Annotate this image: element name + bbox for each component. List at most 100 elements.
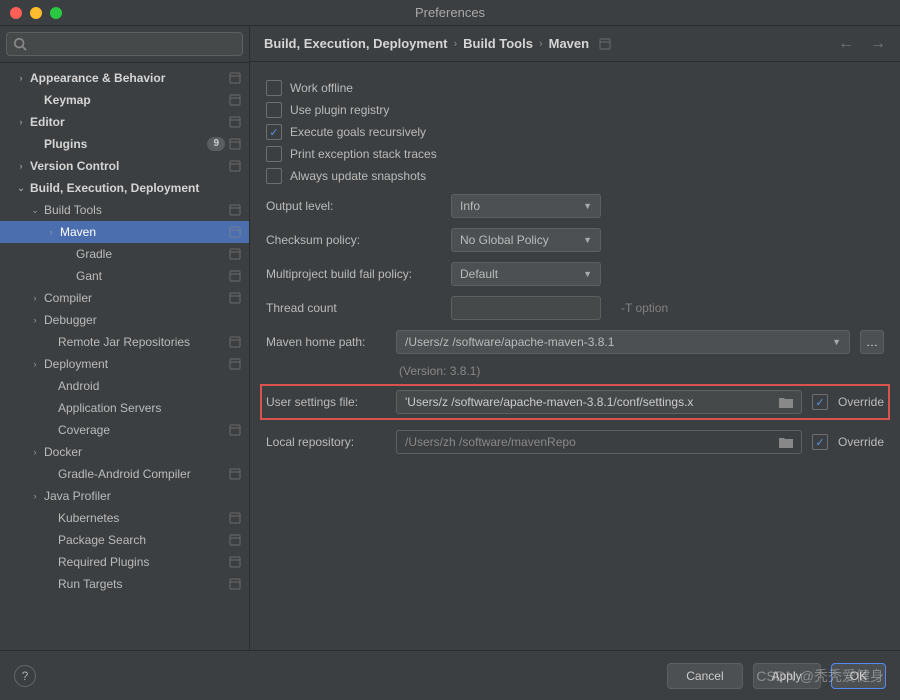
sidebar-item-label: Build, Execution, Deployment <box>30 181 241 195</box>
search-input[interactable] <box>31 37 236 51</box>
ok-button[interactable]: OK <box>831 663 886 689</box>
nav-forward-button[interactable]: → <box>870 35 886 53</box>
sidebar-item[interactable]: Keymap <box>0 89 249 111</box>
chevron-icon: › <box>14 161 28 171</box>
sidebar-item[interactable]: Required Plugins <box>0 551 249 573</box>
fail-policy-select[interactable]: Default▼ <box>451 262 601 286</box>
module-icon <box>229 358 241 370</box>
sidebar-item[interactable]: Android <box>0 375 249 397</box>
sidebar-item[interactable]: ⌄Build Tools <box>0 199 249 221</box>
module-icon <box>229 424 241 436</box>
chevron-icon: › <box>14 117 28 127</box>
folder-icon <box>779 436 793 448</box>
crumb-maven[interactable]: Maven <box>549 36 589 51</box>
chevron-icon: › <box>28 447 42 457</box>
content-pane: Build, Execution, Deployment › Build Too… <box>250 26 900 650</box>
chevron-down-icon: ▼ <box>583 201 592 211</box>
cancel-button[interactable]: Cancel <box>667 663 742 689</box>
settings-file-input[interactable]: 'Users/z /software/apache-maven-3.8.1/co… <box>396 390 802 414</box>
settings-file-override-checkbox[interactable] <box>812 394 828 410</box>
plugin-registry-checkbox[interactable] <box>266 102 282 118</box>
sidebar-item-label: Appearance & Behavior <box>30 71 225 85</box>
sidebar-item[interactable]: Plugins 9 <box>0 133 249 155</box>
sidebar-item-label: Gradle <box>76 247 225 261</box>
sidebar-item-label: Application Servers <box>58 401 241 415</box>
sidebar-item-label: Version Control <box>30 159 225 173</box>
sidebar-item[interactable]: ›Java Profiler <box>0 485 249 507</box>
separator-icon <box>599 38 611 50</box>
sidebar-item[interactable]: Kubernetes <box>0 507 249 529</box>
sidebar-item-label: Android <box>58 379 241 393</box>
module-icon <box>229 160 241 172</box>
goals-recursive-checkbox[interactable] <box>266 124 282 140</box>
sidebar-item-label: Debugger <box>44 313 241 327</box>
plugin-registry-label: Use plugin registry <box>290 103 389 117</box>
module-icon <box>229 116 241 128</box>
fail-policy-label: Multiproject build fail policy: <box>266 267 441 281</box>
work-offline-label: Work offline <box>290 81 353 95</box>
snapshots-label: Always update snapshots <box>290 169 426 183</box>
sidebar-item[interactable]: ›Maven <box>0 221 249 243</box>
chevron-icon: › <box>14 73 28 83</box>
sidebar-item[interactable]: ›Deployment <box>0 353 249 375</box>
search-box[interactable] <box>6 32 243 56</box>
sidebar-item[interactable]: ⌄Build, Execution, Deployment <box>0 177 249 199</box>
window-title: Preferences <box>0 5 900 20</box>
help-button[interactable]: ? <box>14 665 36 687</box>
stack-traces-checkbox[interactable] <box>266 146 282 162</box>
settings-file-override-label: Override <box>838 395 884 409</box>
module-icon <box>229 94 241 106</box>
folder-icon <box>779 396 793 408</box>
sidebar-item[interactable]: Application Servers <box>0 397 249 419</box>
close-window-button[interactable] <box>10 7 22 19</box>
local-repo-override-checkbox[interactable] <box>812 434 828 450</box>
sidebar-item-label: Required Plugins <box>58 555 225 569</box>
local-repo-input[interactable]: /Users/zh /software/mavenRepo <box>396 430 802 454</box>
home-path-browse-button[interactable]: … <box>860 330 884 354</box>
module-icon <box>229 138 241 150</box>
sidebar-item[interactable]: ›Docker <box>0 441 249 463</box>
sidebar-item-label: Plugins <box>44 137 203 151</box>
snapshots-checkbox[interactable] <box>266 168 282 184</box>
search-icon <box>13 37 27 51</box>
sidebar-item[interactable]: ›Version Control <box>0 155 249 177</box>
home-path-select[interactable]: /Users/z /software/apache-maven-3.8.1▼ <box>396 330 850 354</box>
sidebar-item[interactable]: Package Search <box>0 529 249 551</box>
work-offline-checkbox[interactable] <box>266 80 282 96</box>
nav-back-button[interactable]: ← <box>838 35 854 53</box>
sidebar-item-label: Kubernetes <box>58 511 225 525</box>
output-level-select[interactable]: Info▼ <box>451 194 601 218</box>
sidebar-item[interactable]: Run Targets <box>0 573 249 595</box>
maximize-window-button[interactable] <box>50 7 62 19</box>
checksum-select[interactable]: No Global Policy▼ <box>451 228 601 252</box>
apply-button[interactable]: Apply <box>753 663 821 689</box>
footer: ? Cancel Apply OK <box>0 650 900 700</box>
breadcrumb: Build, Execution, Deployment › Build Too… <box>250 26 900 62</box>
chevron-right-icon: › <box>539 38 543 50</box>
sidebar-item-label: Java Profiler <box>44 489 241 503</box>
module-icon <box>229 336 241 348</box>
sidebar-item[interactable]: Gradle-Android Compiler <box>0 463 249 485</box>
sidebar-item[interactable]: Gradle <box>0 243 249 265</box>
sidebar-item[interactable]: ›Compiler <box>0 287 249 309</box>
home-path-label: Maven home path: <box>266 335 386 349</box>
settings-file-label: User settings file: <box>266 395 386 409</box>
crumb-buildtools[interactable]: Build Tools <box>463 36 533 51</box>
settings-tree[interactable]: ›Appearance & BehaviorKeymap›EditorPlugi… <box>0 63 249 650</box>
chevron-icon: › <box>28 359 42 369</box>
thread-count-input[interactable] <box>451 296 601 320</box>
module-icon <box>229 512 241 524</box>
minimize-window-button[interactable] <box>30 7 42 19</box>
sidebar-item[interactable]: Coverage <box>0 419 249 441</box>
sidebar-item[interactable]: ›Appearance & Behavior <box>0 67 249 89</box>
sidebar-item[interactable]: Remote Jar Repositories <box>0 331 249 353</box>
sidebar-item[interactable]: ›Debugger <box>0 309 249 331</box>
sidebar-item[interactable]: ›Editor <box>0 111 249 133</box>
crumb-build[interactable]: Build, Execution, Deployment <box>264 36 447 51</box>
local-repo-override-label: Override <box>838 435 884 449</box>
chevron-down-icon: ▼ <box>583 269 592 279</box>
count-badge: 9 <box>207 137 225 151</box>
sidebar-item[interactable]: Gant <box>0 265 249 287</box>
sidebar-item-label: Run Targets <box>58 577 225 591</box>
sidebar-item-label: Compiler <box>44 291 225 305</box>
